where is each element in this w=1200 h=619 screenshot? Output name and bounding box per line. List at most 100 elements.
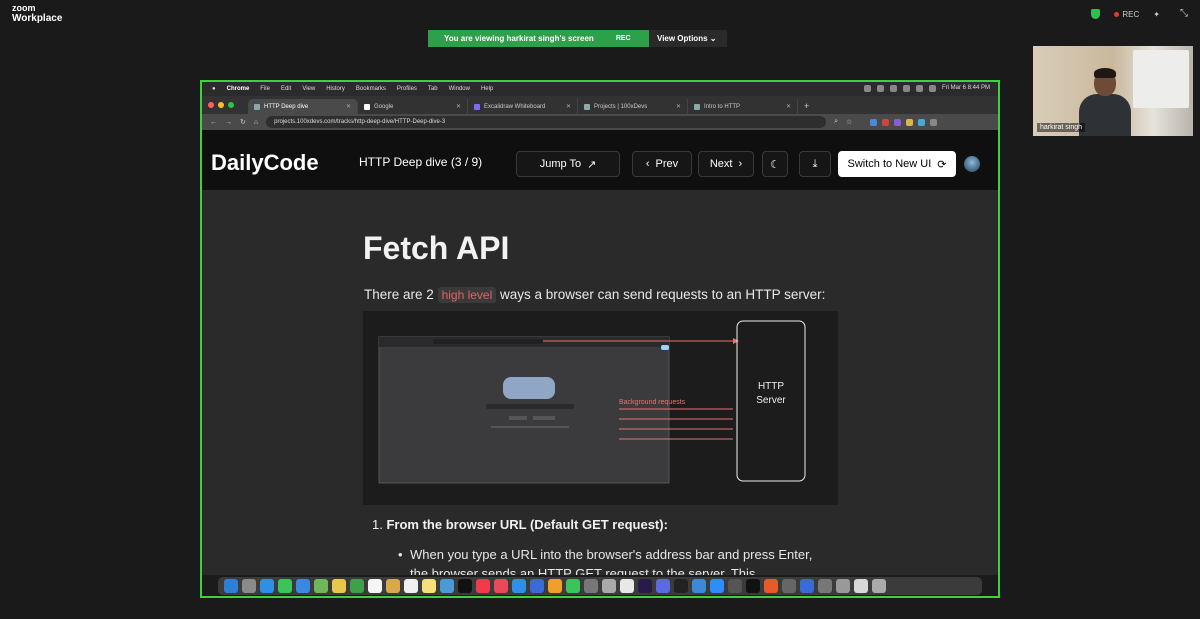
extension-icon[interactable] (918, 118, 926, 126)
participant-video[interactable]: harkirat singh (1033, 46, 1193, 136)
exit-fullscreen-icon[interactable]: ⤡ (1180, 8, 1188, 19)
menu-item-help[interactable]: Help (481, 86, 493, 92)
download-icon: ⤓ (812, 157, 818, 170)
mail-icon[interactable] (296, 579, 310, 593)
freeform-icon[interactable] (440, 579, 454, 593)
bookmark-star-icon[interactable]: ☆ (846, 118, 852, 126)
settings-icon[interactable] (584, 579, 598, 593)
menu-bar-clock[interactable]: Fri Mar 6 8:44 PM (942, 85, 990, 92)
preview-icon[interactable] (602, 579, 616, 593)
shield-icon[interactable] (1091, 9, 1101, 19)
close-tab-icon[interactable]: ✕ (676, 103, 681, 110)
menu-item-tab[interactable]: Tab (428, 86, 438, 92)
keynote-icon[interactable] (530, 579, 544, 593)
download-button[interactable]: ⤓ (799, 151, 831, 177)
premiere-icon[interactable] (638, 579, 652, 593)
extension-icon[interactable] (870, 118, 878, 126)
messages-icon[interactable] (278, 579, 292, 593)
app-icon[interactable] (818, 579, 832, 593)
menu-item-history[interactable]: History (326, 86, 345, 92)
switch-ui-button[interactable]: Switch to New UI ⟳ (838, 151, 956, 177)
status-icon[interactable] (863, 85, 871, 92)
next-button[interactable]: Next › (698, 151, 754, 177)
menu-item-chrome[interactable]: Chrome (227, 86, 250, 92)
menu-item-edit[interactable]: Edit (281, 86, 291, 92)
launchpad-icon[interactable] (242, 579, 256, 593)
zoom-logo-line2: Workplace (12, 13, 63, 24)
browser-tab[interactable]: Excalidraw Whiteboard ✕ (468, 99, 578, 114)
terminal-icon[interactable] (674, 579, 688, 593)
menu-item-window[interactable]: Window (449, 86, 470, 92)
numbers-icon[interactable] (566, 579, 580, 593)
piano-icon[interactable] (728, 579, 742, 593)
sparkle-icon[interactable]: ✦ (1153, 10, 1160, 19)
close-tab-icon[interactable]: ✕ (456, 103, 461, 110)
maps-icon[interactable] (314, 579, 328, 593)
status-icon[interactable] (902, 85, 910, 92)
extension-icon[interactable] (882, 118, 890, 126)
url-input[interactable]: projects.100xdevs.com/tracks/http-deep-d… (266, 116, 827, 128)
browser-tab[interactable]: HTTP Deep dive ✕ (248, 99, 358, 114)
zoom-app-icon[interactable] (710, 579, 724, 593)
prev-button[interactable]: ‹ Prev (632, 151, 692, 177)
close-tab-icon[interactable]: ✕ (566, 103, 571, 110)
theme-toggle-button[interactable]: ☾ (762, 151, 788, 177)
tv-icon[interactable] (458, 579, 472, 593)
close-tab-icon[interactable]: ✕ (346, 103, 351, 110)
brave-icon[interactable] (764, 579, 778, 593)
contacts-icon[interactable] (386, 579, 400, 593)
app-store-icon[interactable] (512, 579, 526, 593)
safari-icon[interactable] (260, 579, 274, 593)
new-tab-button[interactable]: + (804, 101, 809, 114)
close-tab-icon[interactable]: ✕ (786, 103, 791, 110)
recording-indicator[interactable]: REC (1114, 10, 1139, 19)
menu-item-file[interactable]: File (260, 86, 270, 92)
extension-icon[interactable] (906, 118, 914, 126)
extension-icon[interactable] (894, 118, 902, 126)
minimize-window-icon[interactable] (218, 102, 224, 108)
apple-icon[interactable]: ● (212, 86, 216, 92)
pages-icon[interactable] (548, 579, 562, 593)
jump-to-button[interactable]: Jump To ↗ (516, 151, 620, 177)
status-icon[interactable] (876, 85, 884, 92)
finder-icon[interactable] (224, 579, 238, 593)
calendar-icon[interactable] (368, 579, 382, 593)
close-window-icon[interactable] (208, 102, 214, 108)
avatar[interactable] (964, 156, 980, 172)
facetime-icon[interactable] (350, 579, 364, 593)
browser-tab[interactable]: Intro to HTTP ✕ (688, 99, 798, 114)
discord-icon[interactable] (656, 579, 670, 593)
browser-tab[interactable]: Google ✕ (358, 99, 468, 114)
news-icon[interactable] (494, 579, 508, 593)
server-label-line1: HTTP (758, 381, 784, 392)
reminders-icon[interactable] (404, 579, 418, 593)
search-icon[interactable] (928, 85, 936, 92)
menu-item-profiles[interactable]: Profiles (397, 86, 417, 92)
notes-icon[interactable] (422, 579, 436, 593)
app-icon[interactable] (836, 579, 850, 593)
reload-icon[interactable]: ↻ (240, 118, 246, 126)
menu-item-view[interactable]: View (302, 86, 315, 92)
shell-icon[interactable] (746, 579, 760, 593)
chrome-icon[interactable] (620, 579, 634, 593)
browser-tab[interactable]: Projects | 100xDevs ✕ (578, 99, 688, 114)
menu-item-bookmarks[interactable]: Bookmarks (356, 86, 386, 92)
status-icon[interactable] (889, 85, 897, 92)
home-icon[interactable]: ⌂ (254, 119, 258, 126)
trash-icon[interactable] (872, 579, 886, 593)
forward-icon[interactable]: → (225, 119, 232, 126)
shared-screen: ● Chrome File Edit View History Bookmark… (200, 80, 1000, 598)
site-logo[interactable]: DailyCode (211, 150, 319, 176)
app-icon[interactable] (800, 579, 814, 593)
app-icon[interactable] (782, 579, 796, 593)
zoom-icon[interactable]: ⌕ (834, 118, 838, 126)
wifi-icon[interactable] (915, 85, 923, 92)
photos-icon[interactable] (332, 579, 346, 593)
music-icon[interactable] (476, 579, 490, 593)
back-icon[interactable]: ← (210, 119, 217, 126)
maximize-window-icon[interactable] (228, 102, 234, 108)
downloads-folder-icon[interactable] (854, 579, 868, 593)
view-options-button[interactable]: View Options ⌄ (649, 30, 727, 47)
extensions-puzzle-icon[interactable] (930, 118, 938, 126)
quicktime-icon[interactable] (692, 579, 706, 593)
